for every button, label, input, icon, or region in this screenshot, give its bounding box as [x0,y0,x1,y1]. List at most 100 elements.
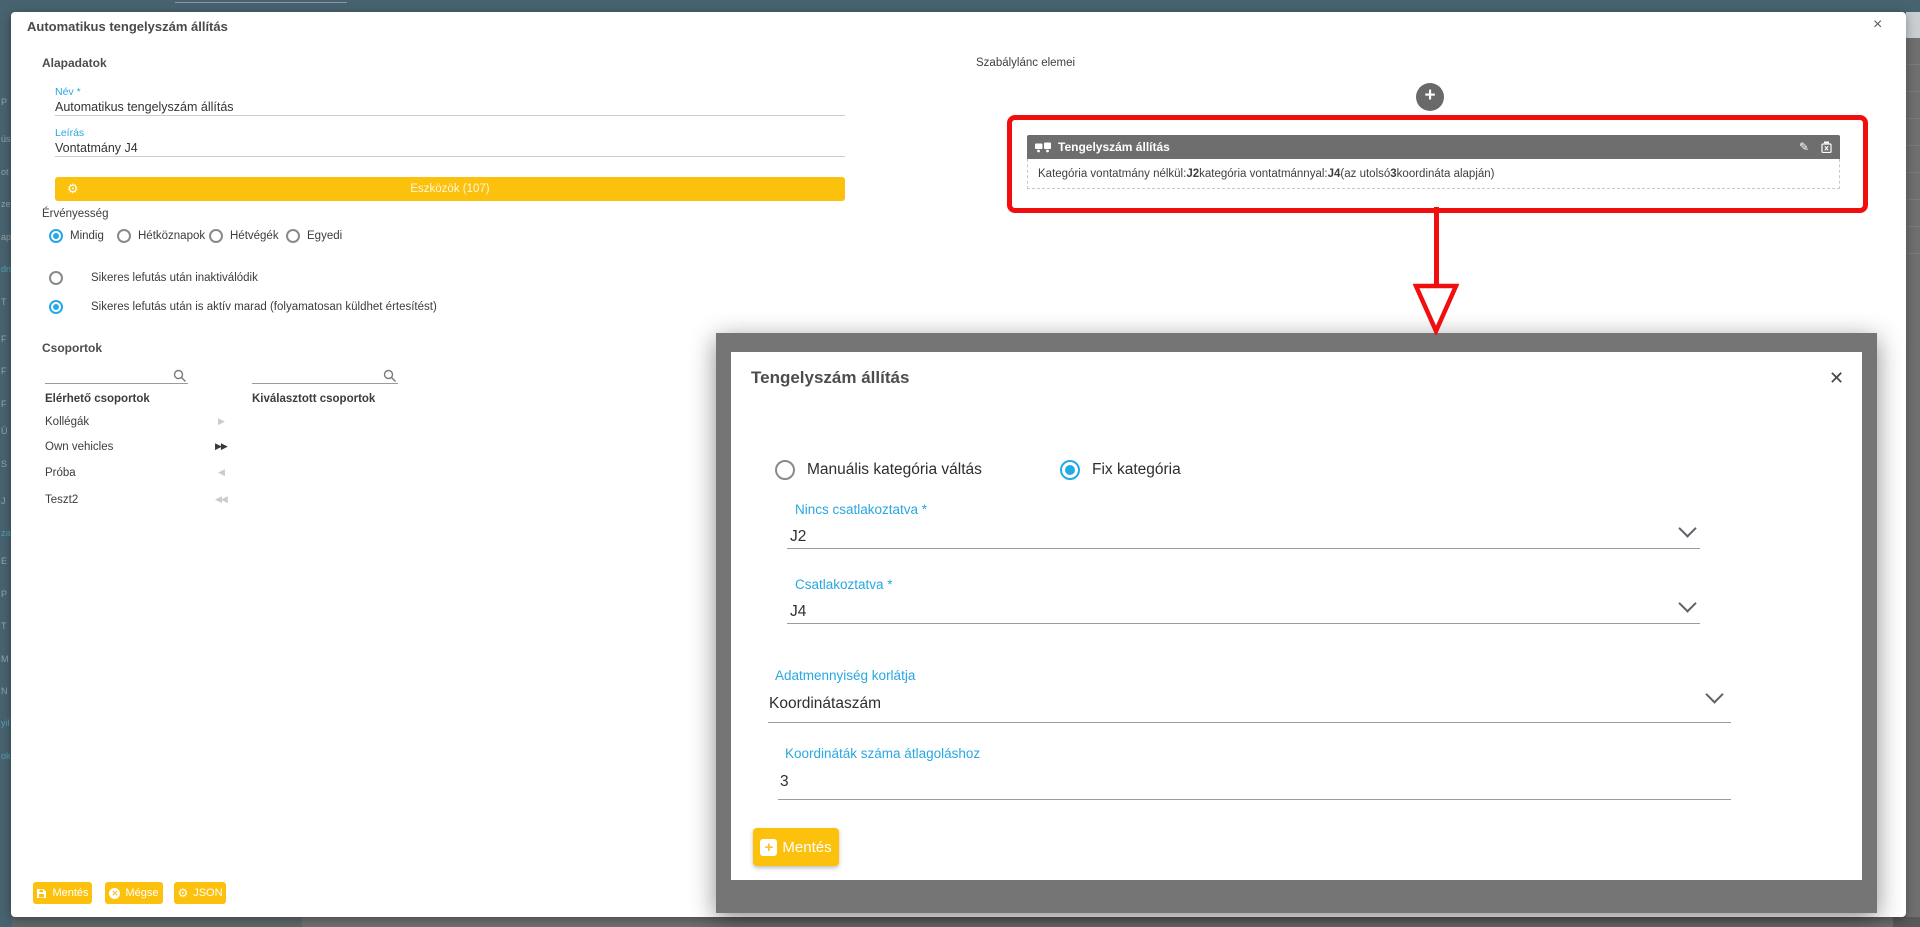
dialog-save-button[interactable]: + Mentés [753,828,839,866]
sidebar-text-fragment: S [1,459,11,469]
radio-fix-category[interactable]: Fix kategória [1060,460,1181,480]
sidebar-text-fragment: P [1,97,11,107]
section-csoportok: Csoportok [42,341,102,355]
radio-label[interactable]: Hétvégék [230,230,279,242]
desc-bold: J2 [1186,168,1199,180]
floppy-icon [36,888,47,899]
radio-icon[interactable] [209,229,223,243]
radio-label[interactable]: Sikeres lefutás után inaktiválódik [91,272,258,284]
desc-text: Kategória vontatmány nélkül: [1038,168,1186,180]
sidebar-text-fragment: ap [1,232,11,242]
csat-underline [787,623,1700,624]
radio-label[interactable]: Mindig [70,230,104,242]
radio-hetvegek[interactable]: Hétvégék [209,229,279,243]
desc-text: (az utolsó [1340,168,1390,180]
annotation-arrow-line [1434,207,1439,287]
sidebar-text-fragment: ok [1,751,11,761]
sidebar-text-fragment: E [1,556,11,566]
group-item-kollegak[interactable]: Kollégák [45,416,89,428]
radio-icon[interactable] [1060,460,1080,480]
radio-icon[interactable] [286,229,300,243]
radio-hetkoznapok[interactable]: Hétköznapok [117,229,205,243]
leiras-label: Leírás [55,127,84,139]
leiras-field[interactable]: Vontatmány J4 [55,141,138,155]
axle-dialog: Tengelyszám állítás ✕ Manuális kategória… [731,352,1862,880]
radio-manual-category[interactable]: Manuális kategória váltás [775,460,982,480]
chevron-down-icon[interactable] [1678,594,1696,612]
background-bottom-strip-left [12,917,302,927]
csat-select[interactable]: J4 [790,603,806,621]
sidebar-text-fragment: ot [1,167,11,177]
nincs-underline [787,548,1700,549]
cancel-button[interactable]: ✕ Mégse [105,882,163,904]
search-icon [383,369,397,383]
leiras-underline [55,156,845,157]
move-right-button[interactable]: ▶ [218,416,224,427]
nev-label: Név * [55,86,81,98]
radio-label[interactable]: Egyedi [307,230,342,242]
section-alapadatok: Alapadatok [42,56,107,70]
chevron-down-icon[interactable] [1705,685,1723,703]
delete-icon[interactable] [1821,141,1832,153]
group-item-own-vehicles[interactable]: Own vehicles [45,441,113,453]
group-item-proba[interactable]: Próba [45,467,76,479]
desc-text: kategória vontatmánnyal: [1199,168,1328,180]
modal-title: Automatikus tengelyszám állítás [27,19,228,34]
radio-icon[interactable] [49,229,63,243]
add-rule-button[interactable]: + [1416,83,1444,111]
save-button[interactable]: Mentés [33,882,92,904]
rule-chain-heading: Szabálylánc elemei [976,57,1075,69]
save-button-label: Mentés [52,887,88,899]
close-icon[interactable]: × [1873,16,1882,34]
nincs-label: Nincs csatlakoztatva * [795,502,927,517]
radio-icon[interactable] [49,300,63,314]
radio-label[interactable]: Manuális kategória váltás [807,461,982,479]
sidebar-text-fragment: F [1,334,11,344]
sidebar-text-fragment: P [1,589,11,599]
desc-bold: J4 [1328,168,1341,180]
eszkozok-button-label: Eszközök (107) [410,183,489,195]
move-all-right-button[interactable]: ▶▶ [215,441,227,452]
radio-stay-active[interactable]: Sikeres lefutás után is aktív marad (fol… [49,300,437,314]
sidebar-text-fragment: N [1,686,11,696]
nev-field[interactable]: Automatikus tengelyszám állítás [55,100,234,114]
radio-inactivate[interactable]: Sikeres lefutás után inaktiválódik [49,271,258,285]
sidebar-text-fragment: yil [1,718,11,728]
dialog-save-label: Mentés [782,839,831,856]
selected-search-underline [252,383,398,384]
nev-underline [55,115,845,116]
sidebar-text-fragment: M [1,654,11,664]
sidebar-text-fragment: Ü [1,426,11,436]
rule-card-title: Tengelyszám állítás [1058,140,1799,154]
background-topbar-line [175,2,347,3]
eszkozok-button[interactable]: ⚙ Eszközök (107) [55,177,845,201]
selected-groups-header: Kiválasztott csoportok [252,393,375,405]
adat-underline [768,722,1731,723]
adat-select[interactable]: Koordinátaszám [769,695,881,713]
group-item-teszt2[interactable]: Teszt2 [45,494,78,506]
annotation-arrow-head [1413,283,1459,335]
radio-egyedi[interactable]: Egyedi [286,229,342,243]
rule-card-description: Kategória vontatmány nélkül: J2 kategóri… [1027,159,1840,189]
radio-icon[interactable] [775,460,795,480]
nincs-select[interactable]: J2 [790,528,806,546]
close-icon[interactable]: ✕ [1829,368,1844,389]
gear-icon: ⚙ [67,181,79,197]
chevron-down-icon[interactable] [1678,519,1696,537]
koord-label: Koordináták száma átlagoláshoz [785,746,980,761]
move-all-left-button[interactable]: ◀◀ [215,494,227,505]
radio-label[interactable]: Hétköznapok [138,230,205,242]
radio-label[interactable]: Sikeres lefutás után is aktív marad (fol… [91,301,437,313]
json-button[interactable]: ⚙ JSON [174,882,226,904]
radio-label[interactable]: Fix kategória [1092,461,1181,479]
radio-icon[interactable] [49,271,63,285]
radio-mindig[interactable]: Mindig [49,229,104,243]
dialog-title: Tengelyszám állítás [751,368,909,388]
edit-icon[interactable]: ✎ [1799,140,1809,154]
app-screen: PüsotzeapdnTFFFÜSJzatEPTMNyilok Automati… [0,0,1920,927]
sidebar-text-fragment: T [1,621,11,631]
koord-input[interactable]: 3 [780,773,789,791]
radio-icon[interactable] [117,229,131,243]
move-left-button[interactable]: ◀ [218,467,224,478]
background-right-strip-toolbar [1906,12,1920,38]
